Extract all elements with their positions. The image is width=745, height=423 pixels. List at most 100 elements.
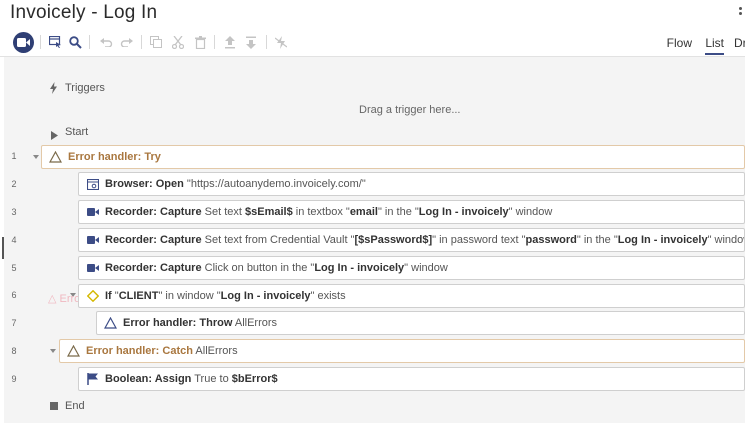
select-window-icon[interactable] [45,32,65,52]
warning-icon [49,151,62,164]
move-up-icon[interactable] [220,32,240,52]
step-row-4[interactable]: Recorder: Capture Set text from Credenti… [78,228,745,252]
step-text-part: " in password text " [432,234,526,246]
step-text-part: email [349,206,378,218]
cut-icon[interactable] [168,32,188,52]
undo-icon[interactable] [96,32,116,52]
step-text-part: AllErrors [192,345,238,357]
step-text-part: AllErrors [232,317,278,329]
step-text-part: " exists [310,290,346,302]
step-text-part: CLIENT [118,290,159,302]
search-icon[interactable] [65,32,85,52]
trigger-drop-zone[interactable]: Drag a trigger here... [359,104,461,116]
warning-icon [67,345,80,358]
step-text-part: Browser: Open [105,178,184,190]
step-text-part: " in the " [576,234,618,246]
recorder-icon [86,234,99,247]
step-text: If "CLIENT" in window "Log In - invoicel… [105,290,346,302]
collapse-caret-icon[interactable] [33,155,39,159]
step-text-part: $bError$ [231,373,278,385]
step-row-8[interactable]: Error handler: Catch AllErrors [59,339,745,363]
more-options-icon[interactable] [739,7,743,17]
warning-icon [104,317,117,330]
delete-icon[interactable] [190,32,210,52]
step-text-part: Log In - invoicely [314,262,405,274]
start-label: Start [65,126,89,138]
step-text-part: Recorder: Capture [105,234,202,246]
step-text-part: [$sPassword$] [354,234,433,246]
step-text: Recorder: Capture Set text from Credenti… [105,234,744,246]
step-text-part: Log In - invoicely [220,290,311,302]
step-text-part: Click on button in the " [201,262,315,274]
step-text: Browser: Open "https://autoanydemo.invoi… [105,178,366,190]
step-text-part: True to [191,373,232,385]
collapse-caret-icon[interactable] [50,349,56,353]
step-text-part: Error handler: Catch [86,345,193,357]
step-text-part: Set text [201,206,245,218]
step-row-5[interactable]: Recorder: Capture Click on button in the… [78,256,745,280]
step-text-part: " window [404,262,448,274]
browser-icon [86,178,99,191]
tab-list[interactable]: List [705,36,724,55]
toolbar: Flow List Dr [0,28,745,57]
step-text-part: in textbox " [292,206,350,218]
line-number: 9 [11,374,17,384]
start-icon [51,127,58,145]
line-number: 1 [11,151,17,161]
toolbar-separator [266,35,267,49]
step-text-part: Log In - invoicely [617,234,708,246]
step-text-part: Set text from Credential Vault " [201,234,355,246]
step-row-9[interactable]: Boolean: Assign True to $bError$ [78,367,745,391]
window-title: Invoicely - Log In [10,2,158,23]
tab-dr[interactable]: Dr [734,36,745,50]
step-text-part: Recorder: Capture [105,262,202,274]
line-number: 5 [11,263,17,273]
disable-icon[interactable] [271,32,291,52]
toolbar-separator [141,35,142,49]
step-text-part: $sEmail$ [245,206,293,218]
step-text-part: "https://autoanydemo.invoicely.com/" [183,178,366,190]
step-text-part: Recorder: Capture [105,206,202,218]
toolbar-separator [40,35,41,49]
step-text-part: Error handler: Throw [123,317,233,329]
triggers-label: Triggers [65,82,105,94]
step-text-part: " in window " [158,290,221,302]
step-text-part: password [525,234,577,246]
step-text: Error handler: Throw AllErrors [123,317,277,329]
toolbar-separator [89,35,90,49]
step-text-part: " window [707,234,744,246]
line-number: 7 [11,318,17,328]
recorder-icon [86,262,99,275]
step-text: Boolean: Assign True to $bError$ [105,373,278,385]
line-number: 3 [11,207,17,217]
step-text-part: " in the " [377,206,419,218]
step-text: Error handler: Catch AllErrors [86,345,238,357]
move-down-icon[interactable] [241,32,261,52]
tab-flow[interactable]: Flow [667,36,692,50]
step-text: Error handler: Try [68,151,161,163]
step-row-7[interactable]: Error handler: Throw AllErrors [96,311,745,335]
line-number: 8 [11,346,17,356]
triggers-icon [50,81,57,99]
end-label: End [65,400,85,412]
line-number: 4 [11,235,17,245]
if-condition-icon [86,290,99,303]
copy-icon[interactable] [146,32,166,52]
step-row-3[interactable]: Recorder: Capture Set text $sEmail$ in t… [78,200,745,224]
step-row-2[interactable]: Browser: Open "https://autoanydemo.invoi… [78,172,745,196]
record-icon[interactable] [13,32,34,53]
step-text-part: " window [508,206,553,218]
toolbar-separator [214,35,215,49]
step-row-1[interactable]: Error handler: Try [41,145,745,169]
step-text-part: Error handler: Try [68,151,161,163]
step-text-part: If [105,290,112,302]
line-number: 2 [11,179,17,189]
flag-icon [86,373,99,386]
title-bar: Invoicely - Log In [0,0,745,28]
step-row-6[interactable]: If "CLIENT" in window "Log In - invoicel… [78,284,745,308]
recorder-icon [86,206,99,219]
step-text-part: Log In - invoicely [418,206,509,218]
step-text: Recorder: Capture Set text $sEmail$ in t… [105,206,552,218]
redo-icon[interactable] [116,32,136,52]
step-text-part: Boolean: Assign [105,373,192,385]
